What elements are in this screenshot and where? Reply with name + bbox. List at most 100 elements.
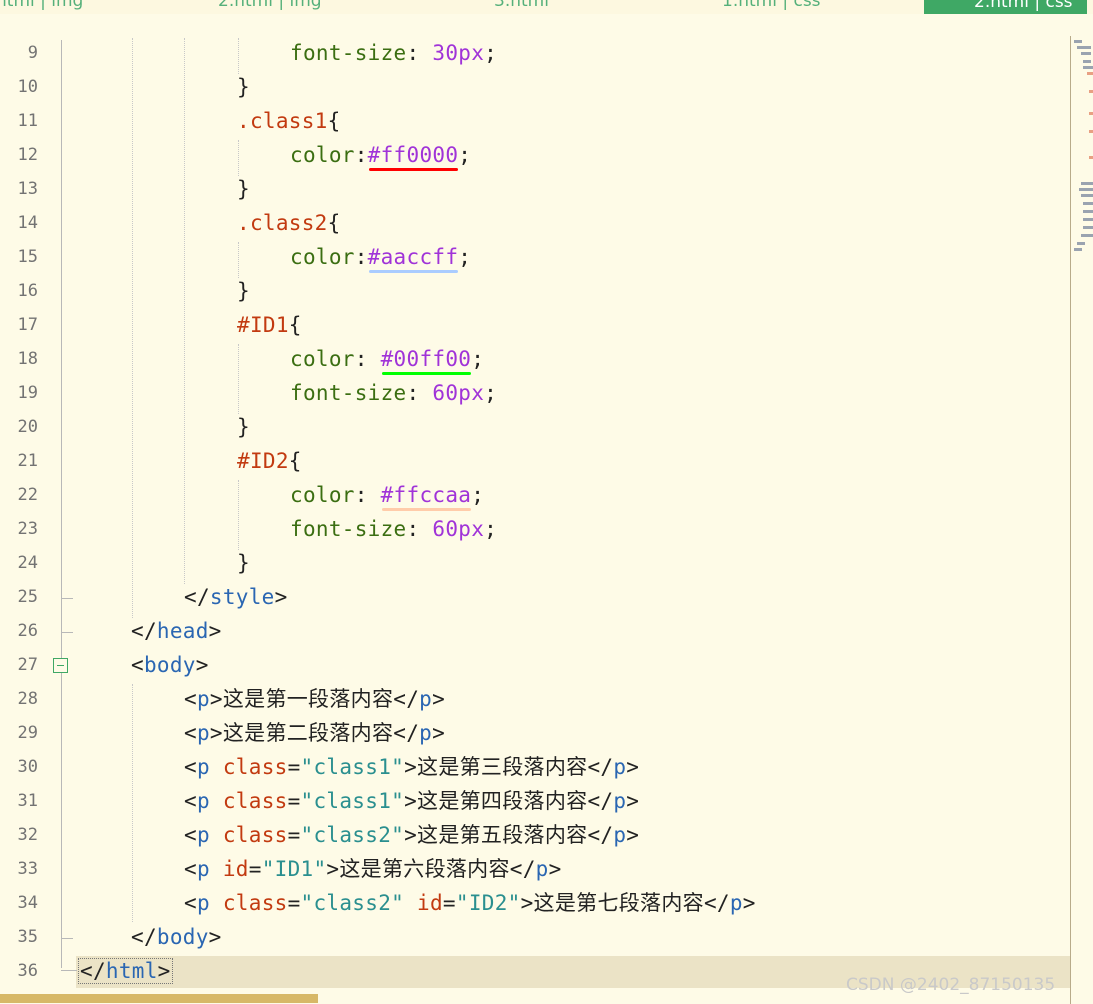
tag-name: p bbox=[196, 857, 210, 881]
minimap[interactable] bbox=[1073, 38, 1093, 258]
tag-name: p bbox=[535, 857, 549, 881]
tag-bracket: > bbox=[157, 959, 171, 983]
code-line: .class1{ bbox=[237, 104, 341, 138]
tag-bracket: > bbox=[208, 925, 222, 949]
code-line: font-size: 60px; bbox=[290, 512, 497, 546]
css-brace: } bbox=[237, 551, 250, 575]
code-line: <p class="class2" id="ID2">这是第七段落内容</p> bbox=[184, 886, 756, 920]
attr-name: class bbox=[222, 891, 288, 915]
tag-bracket: </ bbox=[131, 619, 157, 643]
tag-bracket: > bbox=[209, 721, 223, 745]
tag-bracket: > bbox=[520, 891, 534, 915]
tag-bracket: > bbox=[274, 585, 288, 609]
tag-bracket: </ bbox=[703, 891, 730, 915]
tab-html-img[interactable]: html | img bbox=[0, 0, 83, 14]
tag-bracket: > bbox=[432, 721, 446, 745]
code-line: #ID1{ bbox=[237, 308, 302, 342]
tab-2-html-css[interactable]: 2.html | css bbox=[924, 0, 1087, 14]
tag-name: p bbox=[196, 891, 210, 915]
tag-name: p bbox=[196, 789, 210, 813]
tag-bracket: </ bbox=[80, 959, 106, 983]
code-line: <p>这是第一段落内容</p> bbox=[184, 682, 445, 716]
css-property: font-size bbox=[290, 41, 407, 65]
tab-1-html-css[interactable]: 1.html | css bbox=[722, 0, 821, 14]
attr-equals: = bbox=[248, 857, 262, 881]
css-color-value: #aaccff bbox=[367, 245, 459, 269]
tag-bracket: </ bbox=[131, 925, 157, 949]
css-value: 60px bbox=[432, 517, 485, 541]
attr-value: "ID1" bbox=[261, 857, 327, 881]
code-line: } bbox=[237, 70, 250, 104]
tag-bracket: > bbox=[404, 755, 418, 779]
attr-equals: = bbox=[287, 891, 301, 915]
code-line: <body> bbox=[131, 648, 209, 682]
tag-bracket: </ bbox=[587, 789, 614, 813]
css-selector: #ID1 bbox=[237, 313, 289, 337]
css-property: color bbox=[290, 483, 355, 507]
color-preview-underline bbox=[369, 168, 458, 171]
tag-name: p bbox=[196, 823, 210, 847]
attr-name: class bbox=[222, 823, 288, 847]
code-line: } bbox=[237, 546, 250, 580]
code-line: } bbox=[237, 274, 250, 308]
paragraph-text: 这是第二段落内容 bbox=[222, 721, 394, 745]
attr-equals: = bbox=[287, 755, 301, 779]
css-colon: : bbox=[354, 483, 381, 507]
css-selector: #ID2 bbox=[237, 449, 289, 473]
css-selector: .class1 bbox=[237, 109, 328, 133]
code-line: font-size: 30px; bbox=[290, 36, 497, 70]
paragraph-text: 这是第七段落内容 bbox=[533, 891, 704, 915]
css-property: font-size bbox=[290, 517, 407, 541]
paragraph-text: 这是第五段落内容 bbox=[417, 823, 588, 847]
tag-bracket: > bbox=[209, 687, 223, 711]
css-brace: } bbox=[237, 415, 250, 439]
css-colon: : bbox=[354, 245, 368, 269]
attr-value: "ID2" bbox=[455, 891, 521, 915]
tag-bracket: > bbox=[742, 891, 756, 915]
tag-name: p bbox=[613, 755, 627, 779]
tab-2-html-img[interactable]: 2.html | img bbox=[218, 0, 322, 14]
tag-name: body bbox=[156, 925, 209, 949]
css-value: 60px bbox=[432, 381, 485, 405]
color-preview-underline bbox=[369, 270, 458, 273]
tag-name: p bbox=[419, 721, 433, 745]
tag-name: body bbox=[143, 653, 196, 677]
css-colon: : bbox=[406, 381, 433, 405]
css-colon: : bbox=[354, 347, 381, 371]
code-line: .class2{ bbox=[237, 206, 341, 240]
tag-bracket: </ bbox=[587, 823, 614, 847]
code-line: <p class="class2">这是第五段落内容</p> bbox=[184, 818, 639, 852]
tag-bracket: < bbox=[184, 891, 197, 915]
tag-bracket: </ bbox=[393, 721, 420, 745]
tag-bracket: > bbox=[626, 823, 640, 847]
tag-bracket: > bbox=[404, 789, 418, 813]
tag-bracket: < bbox=[184, 789, 197, 813]
tag-bracket: > bbox=[404, 823, 418, 847]
tag-bracket: < bbox=[131, 653, 144, 677]
tag-bracket: > bbox=[208, 619, 222, 643]
paragraph-text: 这是第三段落内容 bbox=[417, 755, 588, 779]
code-line: </body> bbox=[131, 920, 222, 954]
tag-name: p bbox=[613, 789, 627, 813]
horizontal-scrollbar-thumb[interactable] bbox=[0, 994, 318, 1003]
attr-value: "class1" bbox=[300, 755, 405, 779]
attr-value: "class1" bbox=[300, 789, 405, 813]
css-selector: .class2 bbox=[237, 211, 328, 235]
tag-bracket: < bbox=[184, 823, 197, 847]
tag-name: html bbox=[105, 959, 158, 983]
tab-3-html[interactable]: 3.html bbox=[494, 0, 549, 14]
code-line: <p class="class1">这是第四段落内容</p> bbox=[184, 784, 639, 818]
code-editor[interactable]: font-size: 30px; } .class1{ color:#ff000… bbox=[0, 36, 1070, 1004]
tag-bracket: < bbox=[184, 755, 197, 779]
tag-bracket: > bbox=[195, 653, 209, 677]
tag-bracket: </ bbox=[184, 585, 210, 609]
tag-bracket: < bbox=[184, 721, 197, 745]
tag-bracket: </ bbox=[587, 755, 614, 779]
paragraph-text: 这是第六段落内容 bbox=[339, 857, 510, 881]
code-line: <p id="ID1">这是第六段落内容</p> bbox=[184, 852, 562, 886]
color-preview-underline bbox=[382, 508, 471, 511]
tab-bar: html | img 2.html | img 3.html 1.html | … bbox=[0, 0, 1093, 14]
code-line: </style> bbox=[184, 580, 288, 614]
css-property: color bbox=[290, 143, 355, 167]
color-preview-underline bbox=[382, 372, 471, 375]
